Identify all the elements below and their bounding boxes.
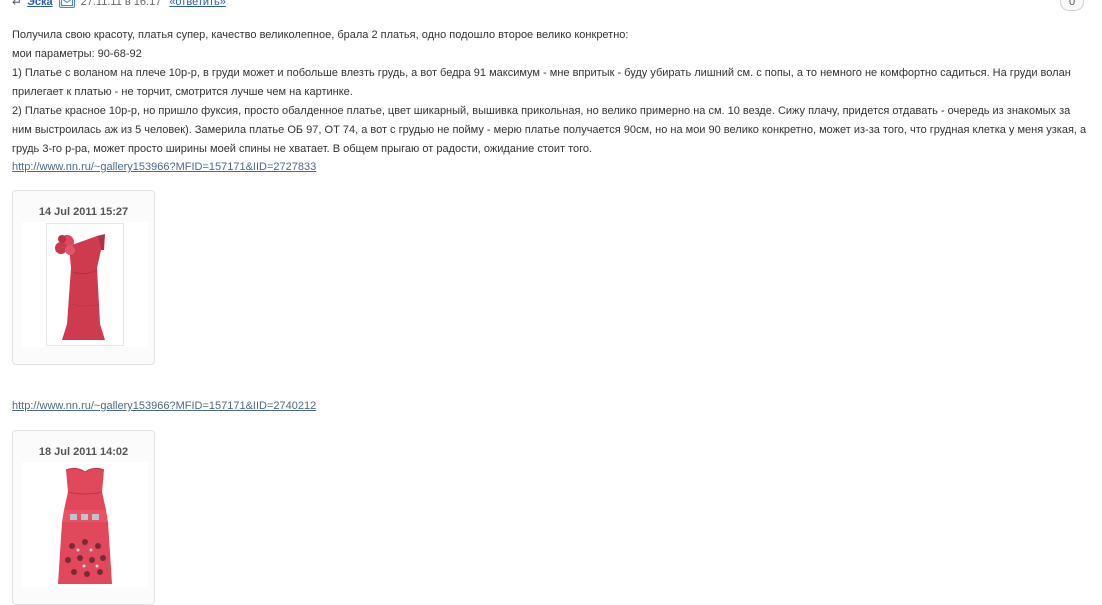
reply-link[interactable]: «ответить» bbox=[169, 0, 226, 8]
photo-date: 18 Jul 2011 14:02 bbox=[38, 446, 129, 458]
photo-card[interactable]: 18 Jul 2011 14:02 bbox=[12, 430, 155, 605]
reply-arrow-icon: ↵ bbox=[12, 0, 23, 9]
photo-card[interactable]: 14 Jul 2011 15:27 bbox=[12, 190, 155, 365]
gallery-link[interactable]: http://www.nn.ru/~gallery153966?MFID=157… bbox=[12, 158, 316, 177]
comment-date: 27.11.11 в 16:17 bbox=[80, 0, 162, 8]
photo-thumbnail[interactable] bbox=[22, 462, 148, 587]
dress-fuchsia-image bbox=[58, 467, 112, 584]
comment-paragraph: 2) Платье красное 10р-р, но пришло фукси… bbox=[12, 105, 1087, 155]
comment-paragraph: Получила свою красоту, платья супер, кач… bbox=[12, 29, 629, 41]
author-link[interactable]: Эска bbox=[27, 0, 53, 8]
gallery-link[interactable]: http://www.nn.ru/~gallery153966?MFID=157… bbox=[12, 397, 316, 416]
photo-thumbnail[interactable] bbox=[22, 222, 148, 347]
comment-body: Получила свою красоту, платья супер, кач… bbox=[12, 26, 1092, 159]
mail-icon[interactable] bbox=[58, 0, 75, 8]
dress-red-image bbox=[55, 234, 105, 340]
comment-header: ↵ Эска 27.11.11 в 16:17 «ответить» bbox=[12, 0, 226, 10]
photo-frame bbox=[46, 223, 124, 346]
rating-counter[interactable]: 0 bbox=[1060, 0, 1084, 11]
photo-date: 14 Jul 2011 15:27 bbox=[38, 206, 129, 218]
comment-paragraph: мои параметры: 90-68-92 bbox=[12, 48, 142, 60]
comment-paragraph: 1) Платье с воланом на плече 10р-р, в гр… bbox=[12, 67, 1071, 98]
